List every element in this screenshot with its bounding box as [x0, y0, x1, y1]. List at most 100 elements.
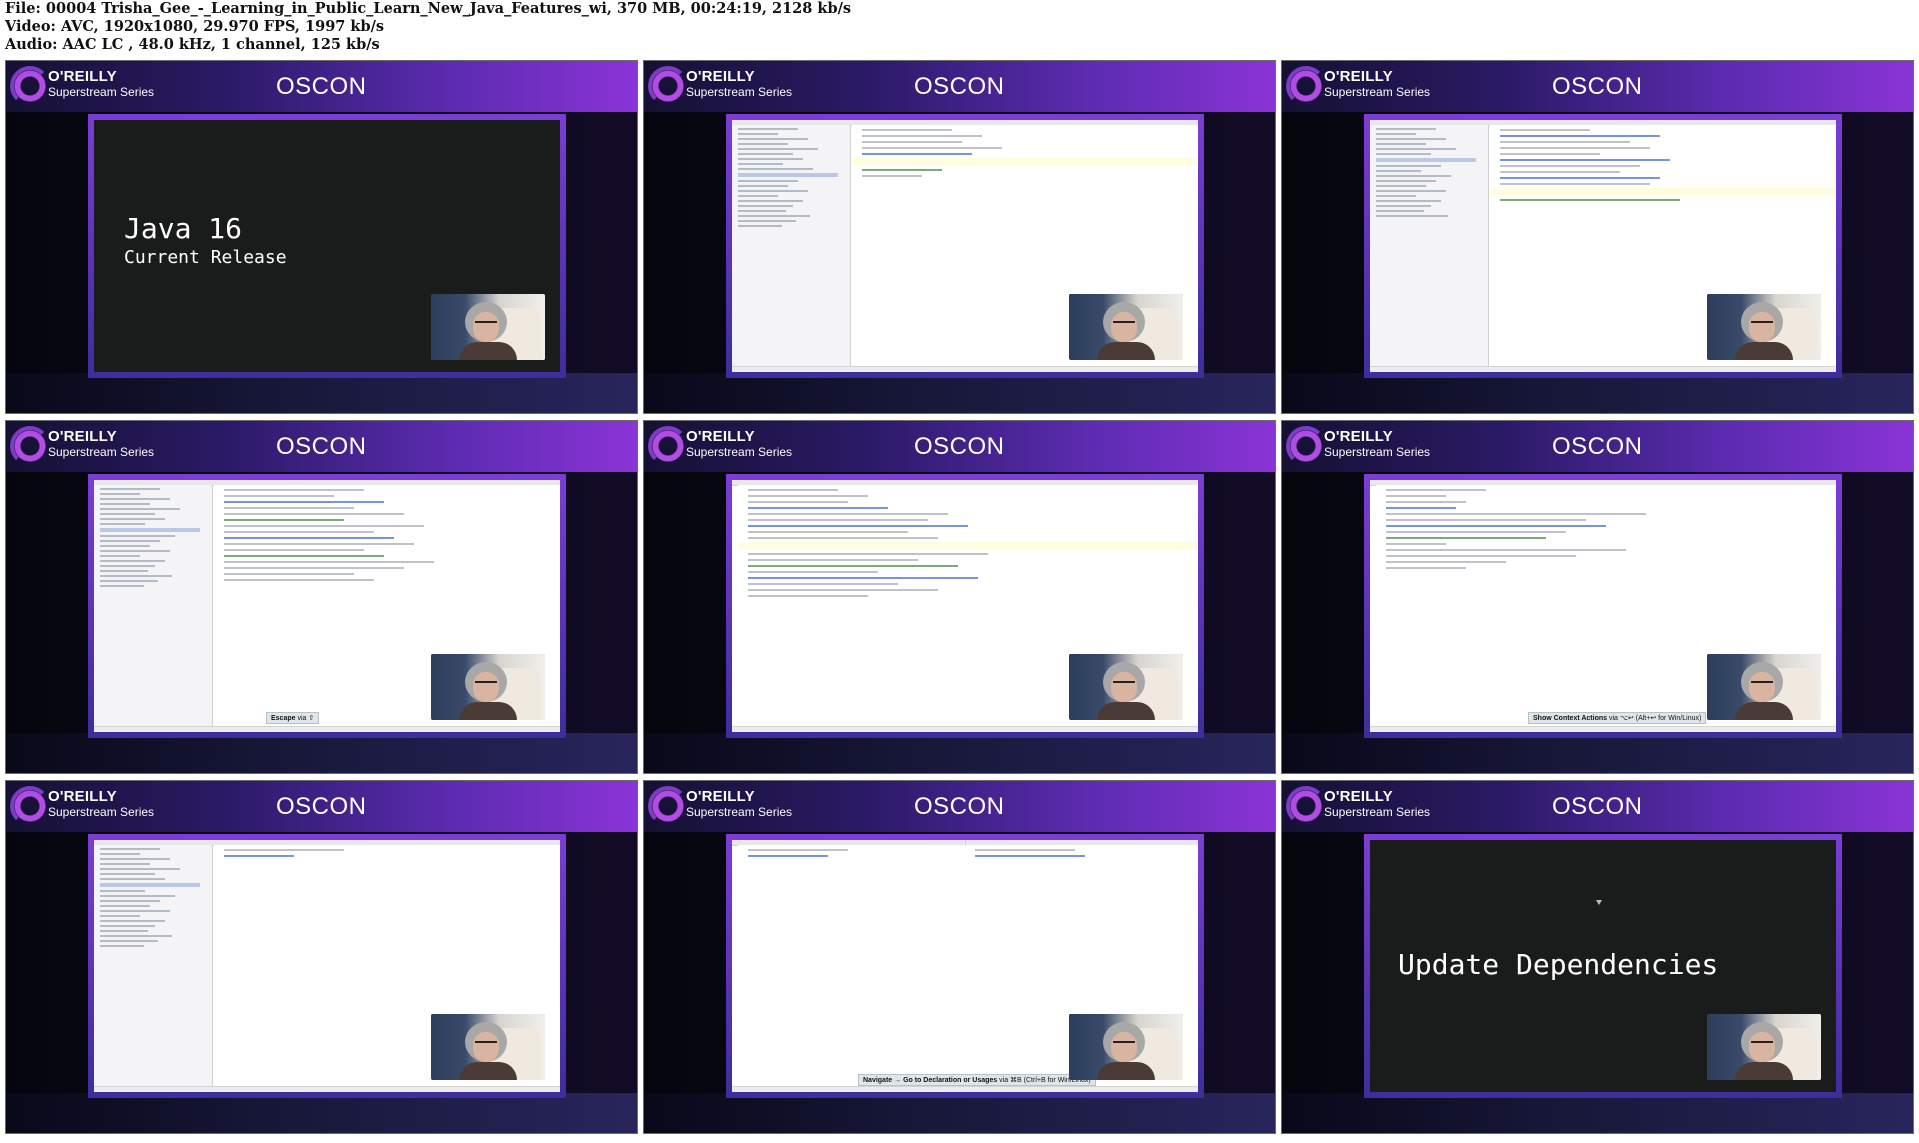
thumbnail-6[interactable]: O'REILLY Superstream Series OSCON Show C…	[1281, 420, 1914, 774]
oscon-banner: O'REILLY Superstream Series OSCON	[6, 61, 637, 112]
oreilly-logo-icon	[10, 66, 50, 106]
tooltip-key: Navigate → Go to Declaration or Usages	[863, 1077, 998, 1084]
event-title: OSCON	[1552, 793, 1643, 820]
oreilly-logo-icon	[10, 426, 50, 466]
presentation-frame: Navigate → Go to Declaration or Usages v…	[726, 834, 1204, 1098]
keymap-hint-tooltip: Escape via ⇧	[266, 712, 320, 724]
thumbnail-2[interactable]: O'REILLY Superstream Series OSCON	[643, 60, 1276, 414]
webcam-feed	[1069, 654, 1183, 720]
tooltip-key: Show Context Actions	[1533, 715, 1608, 722]
audio-info-line: Audio: AAC LC , 48.0 kHz, 1 channel, 125…	[5, 36, 380, 53]
brand-block: O'REILLY Superstream Series	[686, 68, 793, 100]
brand-block: O'REILLY Superstream Series	[48, 68, 154, 100]
webcam-feed	[1069, 1014, 1183, 1080]
video-info-line: Video: AVC, 1920x1080, 29.970 FPS, 1997 …	[5, 18, 385, 35]
oscon-banner: O'REILLY Superstream Series OSCON	[6, 421, 637, 472]
brand-name: O'REILLY	[48, 788, 117, 805]
background-glow	[644, 373, 1275, 413]
thumbnail-9[interactable]: O'REILLY Superstream Series OSCON Update…	[1281, 780, 1914, 1134]
brand-series: Superstream Series	[1324, 445, 1431, 459]
mouse-cursor-icon	[1596, 900, 1602, 905]
code-editor-left	[738, 845, 965, 1092]
background-glow	[644, 1093, 1275, 1133]
background-glow	[6, 373, 637, 413]
presentation-frame: Java 16 Current Release	[88, 114, 566, 378]
thumbnail-grid: O'REILLY Superstream Series OSCON Java 1…	[0, 56, 1919, 1143]
project-tree	[732, 125, 851, 372]
file-info-header: File: 00004 Trisha_Gee_-_Learning_in_Pub…	[5, 0, 1905, 56]
project-tree	[94, 845, 213, 1092]
project-tree	[1370, 125, 1489, 372]
webcam-feed	[1707, 1014, 1821, 1080]
webcam-feed	[431, 1014, 545, 1080]
brand-block: O'REILLY Superstream Series	[1324, 428, 1431, 460]
brand-name: O'REILLY	[1324, 428, 1393, 445]
oreilly-logo-icon	[648, 426, 688, 466]
event-title: OSCON	[914, 793, 1005, 820]
presentation-frame	[726, 114, 1204, 378]
tooltip-key: Escape	[271, 715, 296, 722]
brand-name: O'REILLY	[1324, 68, 1393, 85]
brand-block: O'REILLY Superstream Series	[686, 788, 793, 820]
webcam-feed	[1707, 294, 1821, 360]
thumbnail-8[interactable]: O'REILLY Superstream Series OSCON Naviga…	[643, 780, 1276, 1134]
brand-series: Superstream Series	[48, 445, 155, 459]
event-title: OSCON	[276, 433, 367, 460]
ide-status-bar	[1370, 726, 1836, 732]
brand-block: O'REILLY Superstream Series	[1324, 68, 1431, 100]
background-glow	[6, 1093, 637, 1133]
thumbnail-7[interactable]: O'REILLY Superstream Series OSCON	[5, 780, 638, 1134]
background-glow	[1282, 733, 1913, 773]
brand-name: O'REILLY	[1324, 788, 1393, 805]
keymap-hint-tooltip: Show Context Actions via ⌥↩ (Alt+↩ for W…	[1528, 712, 1707, 724]
thumbnail-4[interactable]: O'REILLY Superstream Series OSCON Escape…	[5, 420, 638, 774]
brand-name: O'REILLY	[686, 68, 755, 85]
event-title: OSCON	[914, 73, 1005, 100]
oscon-banner: O'REILLY Superstream Series OSCON	[1282, 421, 1913, 472]
brand-series: Superstream Series	[686, 85, 793, 99]
brand-series: Superstream Series	[48, 805, 155, 819]
ide-status-bar	[94, 1086, 560, 1092]
thumbnail-5[interactable]: O'REILLY Superstream Series OSCON	[643, 420, 1276, 774]
slide-title: Update Dependencies	[1398, 948, 1719, 981]
thumbnail-3[interactable]: O'REILLY Superstream Series OSCON	[1281, 60, 1914, 414]
oreilly-logo-icon	[648, 786, 688, 826]
thumbnail-1[interactable]: O'REILLY Superstream Series OSCON Java 1…	[5, 60, 638, 414]
oscon-banner: O'REILLY Superstream Series OSCON	[644, 421, 1275, 472]
brand-block: O'REILLY Superstream Series	[48, 428, 155, 460]
ide-status-bar	[94, 726, 560, 732]
presentation-frame: Escape via ⇧	[88, 474, 566, 738]
brand-name: O'REILLY	[48, 68, 117, 85]
tooltip-shortcut: via ⇧	[295, 715, 315, 722]
webcam-feed	[431, 654, 545, 720]
oreilly-logo-icon	[1286, 66, 1326, 106]
brand-name: O'REILLY	[686, 788, 755, 805]
event-title: OSCON	[1552, 73, 1643, 100]
oscon-banner: O'REILLY Superstream Series OSCON	[6, 781, 637, 832]
oscon-banner: O'REILLY Superstream Series OSCON	[644, 61, 1275, 112]
keymap-hint-tooltip: Navigate → Go to Declaration or Usages v…	[858, 1074, 1096, 1086]
background-glow	[1282, 1093, 1913, 1133]
slide-subtitle: Current Release	[124, 247, 287, 268]
presentation-frame	[88, 834, 566, 1098]
presentation-frame: Show Context Actions via ⌥↩ (Alt+↩ for W…	[1364, 474, 1842, 738]
file-info-line: File: 00004 Trisha_Gee_-_Learning_in_Pub…	[5, 0, 852, 17]
brand-series: Superstream Series	[686, 445, 793, 459]
brand-series: Superstream Series	[1324, 85, 1431, 99]
project-tree	[94, 485, 213, 732]
presentation-frame	[726, 474, 1204, 738]
slide-title: Java 16	[124, 212, 243, 245]
oreilly-logo-icon	[1286, 426, 1326, 466]
tooltip-shortcut: via ⌥↩ (Alt+↩ for Win/Linux)	[1607, 715, 1702, 722]
ide-status-bar	[732, 1086, 1198, 1092]
event-title: OSCON	[276, 793, 367, 820]
brand-series: Superstream Series	[1324, 805, 1431, 819]
brand-series: Superstream Series	[686, 805, 793, 819]
background-glow	[1282, 373, 1913, 413]
oscon-banner: O'REILLY Superstream Series OSCON	[1282, 781, 1913, 832]
brand-name: O'REILLY	[48, 428, 117, 445]
event-title: OSCON	[276, 73, 367, 100]
oscon-banner: O'REILLY Superstream Series OSCON	[644, 781, 1275, 832]
ide-status-bar	[732, 366, 1198, 372]
brand-block: O'REILLY Superstream Series	[1324, 788, 1431, 820]
